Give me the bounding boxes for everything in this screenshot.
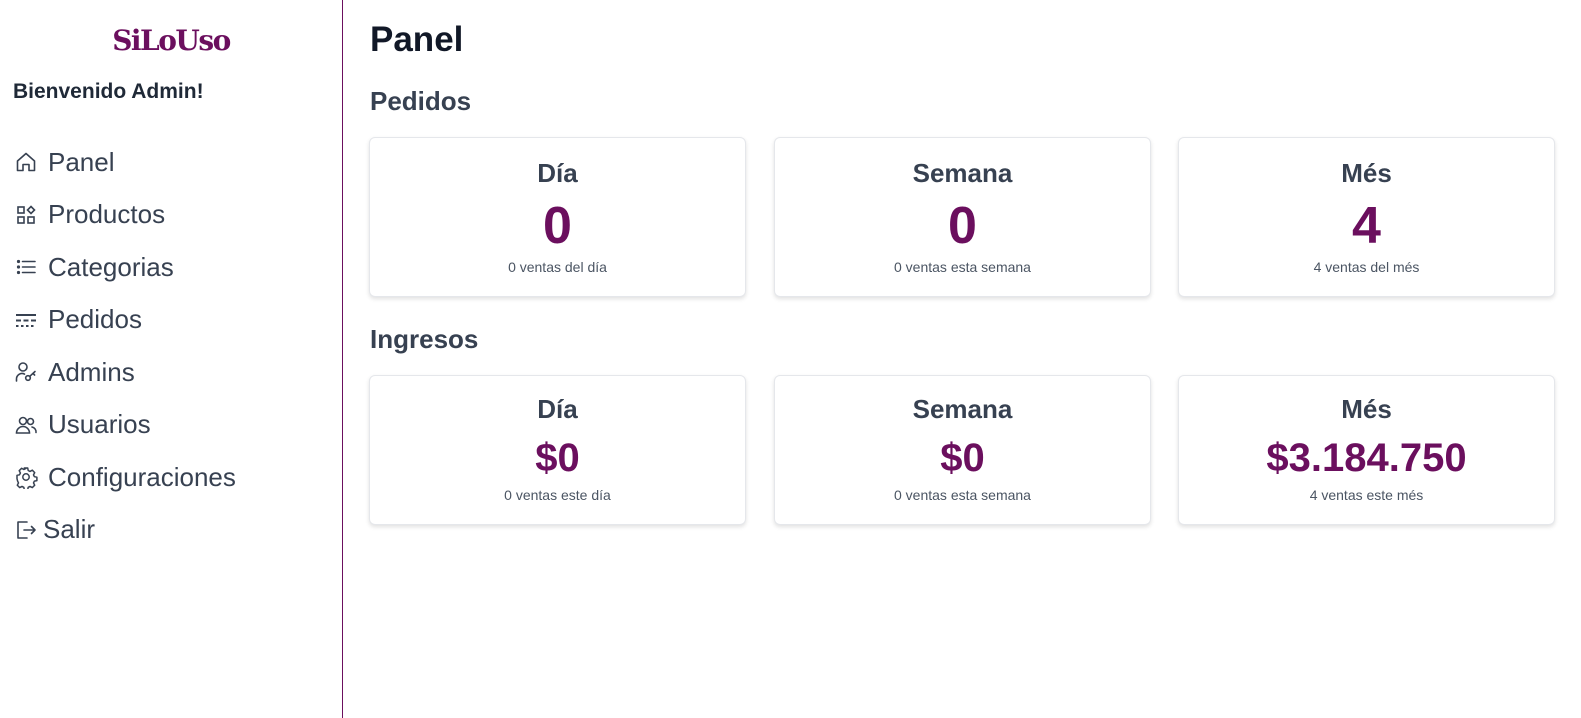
sidebar-item-panel[interactable]: Panel bbox=[13, 136, 236, 189]
sidebar-item-pedidos[interactable]: Pedidos bbox=[13, 294, 236, 347]
stat-card-ingresos-semana: Semana $0 0 ventas esta semana bbox=[774, 375, 1151, 525]
stat-subtext: 0 ventas esta semana bbox=[894, 259, 1031, 275]
sidebar: SiLoUso Bienvenido Admin! Panel Producto… bbox=[0, 0, 343, 718]
stat-label: Més bbox=[1341, 394, 1392, 424]
stat-card-ingresos-mes: Més $3.184.750 4 ventas este més bbox=[1178, 375, 1555, 525]
sidebar-item-label: Panel bbox=[48, 146, 115, 177]
list-icon bbox=[13, 254, 39, 280]
users-icon bbox=[13, 412, 39, 438]
stat-card-pedidos-dia: Día 0 0 ventas del día bbox=[369, 137, 746, 297]
sidebar-item-configuraciones[interactable]: Configuraciones bbox=[13, 451, 236, 504]
stat-subtext: 0 ventas este día bbox=[504, 487, 611, 503]
sidebar-item-categorias[interactable]: Categorias bbox=[13, 241, 236, 294]
stat-value: $0 bbox=[940, 436, 985, 480]
sidebar-item-label: Salir bbox=[43, 514, 96, 545]
page-title: Panel bbox=[370, 20, 464, 59]
stat-value: $0 bbox=[535, 436, 580, 480]
sidebar-item-usuarios[interactable]: Usuarios bbox=[13, 399, 236, 452]
stat-value: 0 bbox=[543, 197, 572, 255]
orders-icon bbox=[13, 307, 39, 333]
logout-icon bbox=[13, 517, 39, 543]
stat-card-ingresos-dia: Día $0 0 ventas este día bbox=[369, 375, 746, 525]
sidebar-item-label: Pedidos bbox=[48, 304, 142, 335]
stat-label: Semana bbox=[912, 158, 1013, 188]
home-icon bbox=[13, 149, 39, 175]
sidebar-item-salir[interactable]: Salir bbox=[13, 504, 236, 557]
stat-label: Semana bbox=[912, 394, 1013, 424]
admin-user-key-icon bbox=[13, 359, 39, 385]
stat-card-pedidos-mes: Més 4 4 ventas del més bbox=[1178, 137, 1555, 297]
stat-subtext: 4 ventas del més bbox=[1313, 259, 1420, 275]
products-grid-icon bbox=[13, 202, 39, 228]
stat-label: Día bbox=[537, 158, 578, 188]
stat-value: 0 bbox=[948, 197, 977, 255]
stat-label: Día bbox=[537, 394, 578, 424]
sidebar-nav: Panel Productos Categorias Pedidos Admin… bbox=[13, 136, 236, 556]
stat-card-pedidos-semana: Semana 0 0 ventas esta semana bbox=[774, 137, 1151, 297]
stat-label: Més bbox=[1341, 158, 1392, 188]
gear-icon bbox=[13, 464, 39, 490]
sidebar-item-label: Usuarios bbox=[48, 409, 151, 440]
sidebar-item-label: Admins bbox=[48, 356, 135, 387]
app: SiLoUso Bienvenido Admin! Panel Producto… bbox=[0, 0, 1581, 718]
sidebar-item-label: Categorias bbox=[48, 251, 174, 282]
sidebar-item-productos[interactable]: Productos bbox=[13, 189, 236, 242]
stat-subtext: 0 ventas esta semana bbox=[894, 487, 1031, 503]
stat-value: 4 bbox=[1352, 197, 1381, 255]
sidebar-item-label: Configuraciones bbox=[48, 461, 236, 492]
main-content: Panel Pedidos Día 0 0 ventas del día Sem… bbox=[343, 0, 1581, 718]
brand-logo[interactable]: SiLoUso bbox=[0, 24, 342, 57]
stat-value: $3.184.750 bbox=[1266, 436, 1467, 480]
sidebar-item-admins[interactable]: Admins bbox=[13, 346, 236, 399]
stat-subtext: 4 ventas este més bbox=[1309, 487, 1424, 503]
section-title-ingresos: Ingresos bbox=[370, 324, 479, 354]
stat-subtext: 0 ventas del día bbox=[508, 259, 607, 275]
sidebar-item-label: Productos bbox=[48, 199, 166, 230]
welcome-message: Bienvenido Admin! bbox=[13, 80, 204, 103]
section-title-pedidos: Pedidos bbox=[370, 86, 472, 116]
